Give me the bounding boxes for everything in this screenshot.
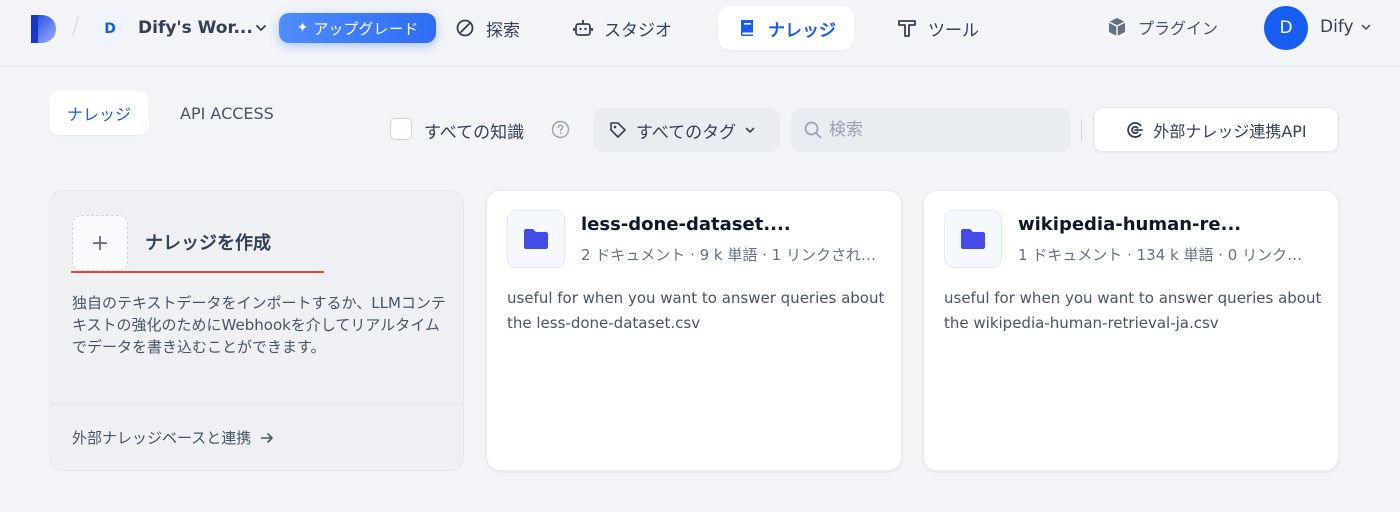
- create-knowledge-description: 独自のテキストデータをインポートするか、LLMコンテキストの強化のためにWebh…: [72, 294, 446, 356]
- user-avatar[interactable]: D: [1264, 6, 1308, 50]
- card-divider: [50, 403, 463, 404]
- cube-icon: [1108, 18, 1126, 36]
- tag-icon: [610, 122, 626, 138]
- workspace-avatar[interactable]: D: [94, 13, 126, 45]
- dataset-card[interactable]: wikipedia-human-re... 1 ドキュメント · 134 k 単…: [923, 190, 1339, 471]
- nav-tools-label: ツール: [928, 20, 979, 41]
- sparkle-icon: ✦: [296, 20, 309, 36]
- user-menu[interactable]: Dify: [1320, 17, 1372, 37]
- robot-icon: [573, 20, 593, 36]
- tab-knowledge[interactable]: ナレッジ: [49, 91, 150, 135]
- search-box[interactable]: [791, 108, 1070, 152]
- dataset-name: less-done-dataset....: [581, 214, 791, 235]
- chevron-down-icon: [1361, 24, 1370, 31]
- nav-explore[interactable]: 探索: [436, 6, 538, 50]
- upgrade-button[interactable]: ✦ アップグレード: [279, 13, 436, 43]
- nav-studio-label: スタジオ: [604, 20, 672, 41]
- all-knowledge-checkbox[interactable]: [390, 118, 412, 140]
- connect-external-knowledge-label: 外部ナレッジベースと連携: [72, 429, 252, 447]
- hammer-icon: [898, 20, 916, 37]
- workspace-name[interactable]: Dify's Wor...: [138, 18, 253, 38]
- top-navigation-bar: / D Dify's Wor... ✦ アップグレード 探索 スタジオ ナレッジ…: [0, 0, 1400, 67]
- dataset-description: useful for when you want to answer queri…: [944, 289, 1322, 332]
- search-icon: [804, 121, 822, 139]
- create-knowledge-title[interactable]: ナレッジを作成: [145, 229, 271, 255]
- plus-icon[interactable]: +: [72, 215, 128, 271]
- folder-icon: [507, 210, 565, 268]
- nav-knowledge[interactable]: ナレッジ: [718, 6, 854, 50]
- arrow-right-icon: [260, 432, 274, 443]
- external-knowledge-api-button[interactable]: 外部ナレッジ連携API: [1093, 107, 1339, 152]
- nav-tools[interactable]: ツール: [878, 6, 997, 50]
- breadcrumb-separator: /: [72, 14, 80, 39]
- dataset-meta: 2 ドキュメント · 9 k 単語 · 1 リンクされたアプリ: [581, 246, 879, 264]
- book-icon: [741, 20, 753, 36]
- external-knowledge-api-label: 外部ナレッジ連携API: [1153, 121, 1307, 141]
- create-knowledge-card[interactable]: + ナレッジを作成 独自のテキストデータをインポートするか、LLMコンテキストの…: [49, 190, 464, 471]
- tag-filter-dropdown[interactable]: すべてのタグ: [594, 108, 780, 152]
- chevron-down-icon[interactable]: [254, 20, 268, 34]
- search-input[interactable]: [829, 120, 1049, 140]
- all-knowledge-label[interactable]: すべての知識: [424, 118, 524, 143]
- create-title-underline: [71, 271, 324, 273]
- dataset-card[interactable]: less-done-dataset.... 2 ドキュメント · 9 k 単語 …: [486, 190, 902, 471]
- nav-knowledge-label: ナレッジ: [768, 20, 836, 41]
- dify-logo-icon[interactable]: [28, 14, 58, 44]
- folder-icon: [944, 210, 1002, 268]
- upgrade-label: アップグレード: [313, 19, 419, 38]
- compass-icon: [456, 19, 474, 37]
- plugins-label: プラグイン: [1138, 19, 1219, 38]
- user-name: Dify: [1320, 17, 1354, 37]
- nav-studio[interactable]: スタジオ: [554, 6, 690, 50]
- nav-explore-label: 探索: [486, 20, 520, 41]
- dataset-name: wikipedia-human-re...: [1018, 214, 1242, 235]
- help-icon[interactable]: [551, 120, 570, 139]
- dataset-meta: 1 ドキュメント · 134 k 単語 · 0 リンクされたアプリ: [1018, 246, 1316, 264]
- api-connection-icon: [1127, 121, 1144, 138]
- connect-external-knowledge-link[interactable]: 外部ナレッジベースと連携: [72, 427, 275, 448]
- chevron-down-icon: [745, 127, 755, 134]
- plugins-button[interactable]: プラグイン: [1106, 15, 1218, 39]
- tab-api-access[interactable]: API ACCESS: [162, 91, 292, 135]
- tag-filter-label: すべてのタグ: [636, 122, 737, 143]
- dataset-description: useful for when you want to answer queri…: [507, 289, 885, 332]
- toolbar-divider: [1081, 119, 1082, 141]
